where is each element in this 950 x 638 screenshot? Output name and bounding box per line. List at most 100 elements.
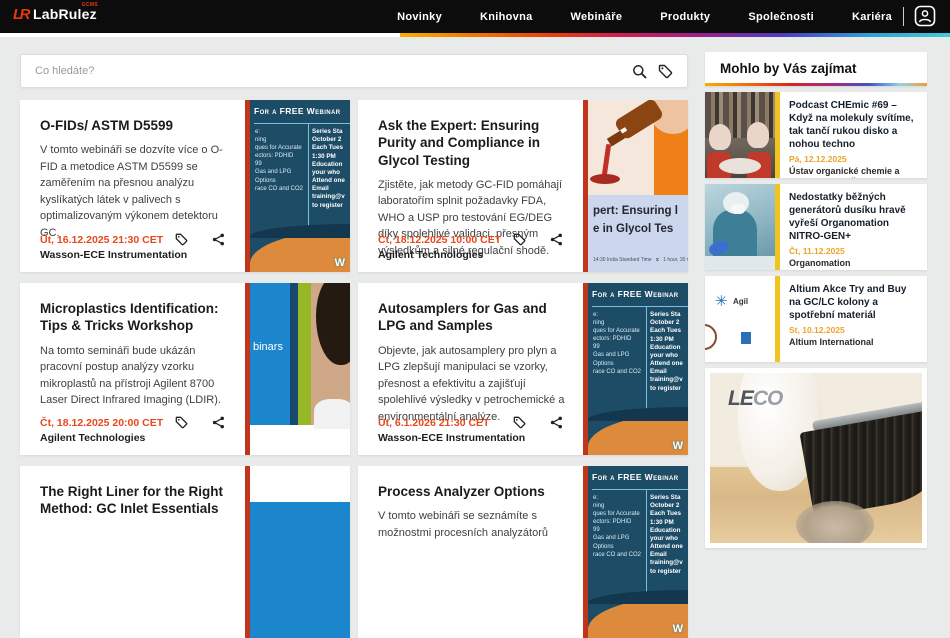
free-webinar-banner-image: For a FREE Webinar e: ning ques for Accu…: [250, 100, 350, 272]
sidebar-item-text: Podcast CHEmic #69 – Když na molekuly sv…: [780, 92, 927, 178]
card-description: V tomto webináři se seznámíte s možnostm…: [378, 508, 573, 541]
agilent-label: Agil: [733, 297, 748, 306]
card-thumbnail: binars: [245, 283, 350, 455]
card-date: Út, 16.12.2025 21:30 CET: [40, 234, 187, 246]
sidebar-item-source: Altium International: [789, 337, 919, 349]
sidebar-item-altium-try-and-buy[interactable]: ✳ Agil Altium Akce Try and Buy na GC/LC …: [705, 276, 927, 362]
sidebar-item-nitrogen-generators[interactable]: Nedostatky běžných generátorů dusíku hra…: [705, 184, 927, 270]
card-source: Agilent Technologies: [378, 249, 501, 261]
share-icon[interactable]: [550, 233, 563, 246]
logo-text-lab: Lab: [33, 6, 59, 22]
card-title: Autosamplers for Gas and LPG and Samples: [378, 300, 573, 335]
card-microplastics-workshop[interactable]: Microplastics Identification: Tips & Tri…: [20, 283, 350, 455]
card-thumbnail: For a FREE Webinar e: ning ques for Accu…: [245, 100, 350, 272]
card-body: Process Analyzer Options V tomto webinář…: [358, 466, 583, 638]
card-ask-the-expert-glycol[interactable]: Ask the Expert: Ensuring Purity and Comp…: [358, 100, 688, 272]
card-actions: [175, 416, 225, 429]
banner-text-panel: pert: Ensuring l e in Glycol Tes 14:30 I…: [588, 195, 688, 272]
card-thumbnail: [245, 466, 350, 638]
card-body: Ask the Expert: Ensuring Purity and Comp…: [358, 100, 583, 272]
podcast-thumbnail: [705, 92, 775, 178]
card-actions: [513, 233, 563, 246]
sidebar-gradient-underline: [705, 83, 927, 86]
leco-ad-banner[interactable]: LECO: [705, 368, 927, 548]
free-webinar-banner-image: For a FREE Webinar e: ning ques for Accu…: [588, 466, 688, 638]
banner-meta: 14:30 India Standard Time ⧖ 1 hour, 30 m…: [593, 257, 688, 263]
share-icon[interactable]: [212, 416, 225, 429]
card-title: Microplastics Identification: Tips & Tri…: [40, 300, 235, 335]
logo-text-rulez: Rulez: [59, 6, 97, 22]
page: LR LabRulezGCMS Novinky Knihovna Webinář…: [0, 0, 950, 527]
tag-icon[interactable]: [513, 416, 526, 429]
nav-divider: [903, 7, 904, 26]
wasson-logo: W: [335, 257, 345, 269]
wasson-logo: W: [673, 623, 683, 635]
labrulez-logo-icon: LR: [13, 7, 28, 22]
sidebar-item-title: Nedostatky běžných generátorů dusíku hra…: [789, 191, 919, 243]
card-ofids-astm-d5599[interactable]: O-FIDs/ ASTM D5599 V tomto webináři se d…: [20, 100, 350, 272]
card-process-analyzer-options[interactable]: Process Analyzer Options V tomto webinář…: [358, 466, 688, 638]
card-body: O-FIDs/ ASTM D5599 V tomto webináři se d…: [20, 100, 245, 272]
banner-left-text: e: ning ques for Accurate ectors: PDHID …: [255, 128, 307, 193]
sidebar-item-date: Pá, 12.12.2025: [789, 154, 919, 164]
card-footer: Út, 16.12.2025 21:30 CET Wasson-ECE Inst…: [40, 234, 187, 261]
user-account-button[interactable]: [914, 5, 936, 27]
banner-right-text: Series Sta October 2 Each Tues 1:30 PM E…: [650, 494, 688, 576]
sidebar-item-podcast-chemic[interactable]: Podcast CHEmic #69 – Když na molekuly sv…: [705, 92, 927, 178]
wasson-logo: W: [673, 440, 683, 452]
agilent-starburst-icon: ✳: [715, 292, 728, 310]
card-source: Wasson-ECE Instrumentation: [378, 432, 525, 444]
nav-item-produkty[interactable]: Produkty: [660, 11, 710, 23]
webinars-banner-image: binars: [250, 283, 350, 455]
card-footer: Čt, 18.12.2025 10:00 CET Agilent Technol…: [378, 234, 501, 261]
lab-thumbnail: [705, 184, 775, 270]
agilent-thumbnail: ✳ Agil: [705, 276, 775, 362]
share-icon[interactable]: [550, 416, 563, 429]
labrulez-logo[interactable]: LR LabRulezGCMS: [13, 6, 97, 22]
banner-left-text: e: ning ques for Accurate ectors: PDHID …: [593, 311, 645, 376]
banner-right-text: Series Sta October 2 Each Tues 1:30 PM E…: [312, 128, 350, 210]
banner-heading: For a FREE Webinar: [592, 472, 688, 482]
tag-filter-icon[interactable]: [658, 64, 673, 79]
card-footer: Čt, 18.12.2025 20:00 CET Agilent Technol…: [40, 417, 163, 444]
card-date: Út, 6.1.2026 21:30 CET: [378, 417, 525, 429]
nav-item-novinky[interactable]: Novinky: [397, 11, 442, 23]
card-footer: Út, 6.1.2026 21:30 CET Wasson-ECE Instru…: [378, 417, 525, 444]
tag-icon[interactable]: [175, 416, 188, 429]
banner-left-text: e: ning ques for Accurate ectors: PDHID …: [593, 494, 645, 559]
free-webinar-banner-image: For a FREE Webinar e: ning ques for Accu…: [588, 283, 688, 455]
dust-graphic: [796, 501, 874, 543]
search-input[interactable]: [21, 55, 611, 87]
sidebar-item-title: Altium Akce Try and Buy na GC/LC kolony …: [789, 283, 919, 322]
logo-gcms-badge: GCMS: [82, 2, 98, 8]
banner-title-text: pert: Ensuring l e in Glycol Tes: [588, 195, 688, 239]
tag-icon[interactable]: [513, 233, 526, 246]
banner-time: 14:30 India Standard Time: [593, 257, 652, 263]
sidebar-item-source: Organomation: [789, 258, 919, 270]
hourglass-icon: ⧖: [656, 257, 660, 263]
card-description: Na tomto semináři bude ukázán pracovní p…: [40, 343, 235, 409]
card-title: The Right Liner for the Right Method: GC…: [40, 483, 235, 518]
card-date: Čt, 18.12.2025 10:00 CET: [378, 234, 501, 246]
card-source: Wasson-ECE Instrumentation: [40, 249, 187, 261]
card-autosamplers-gas-lpg[interactable]: Autosamplers for Gas and LPG and Samples…: [358, 283, 688, 455]
nav-item-kariera[interactable]: Kariéra: [852, 11, 892, 23]
card-body: Microplastics Identification: Tips & Tri…: [20, 283, 245, 455]
card-right-liner-gc-inlet[interactable]: The Right Liner for the Right Method: GC…: [20, 466, 350, 638]
search-icon[interactable]: [632, 64, 647, 79]
sidebar-item-date: St, 10.12.2025: [789, 325, 919, 335]
sidebar-title: Mohlo by Vás zajímat: [705, 52, 927, 76]
top-nav-bar: LR LabRulezGCMS Novinky Knihovna Webinář…: [0, 0, 950, 33]
leco-logo: LECO: [728, 387, 782, 411]
user-icon: [914, 5, 936, 27]
card-date: Čt, 18.12.2025 20:00 CET: [40, 417, 163, 429]
nav-item-webinare[interactable]: Webináře: [571, 11, 623, 23]
news-card-grid: O-FIDs/ ASTM D5599 V tomto webináři se d…: [20, 100, 688, 638]
tag-icon[interactable]: [175, 233, 188, 246]
banner-right-text: Series Sta October 2 Each Tues 1:30 PM E…: [650, 311, 688, 393]
share-icon[interactable]: [212, 233, 225, 246]
nav-item-knihovna[interactable]: Knihovna: [480, 11, 533, 23]
card-actions: [513, 416, 563, 429]
liner-banner-image: [250, 466, 350, 638]
nav-item-spolecnosti[interactable]: Společnosti: [748, 11, 814, 23]
